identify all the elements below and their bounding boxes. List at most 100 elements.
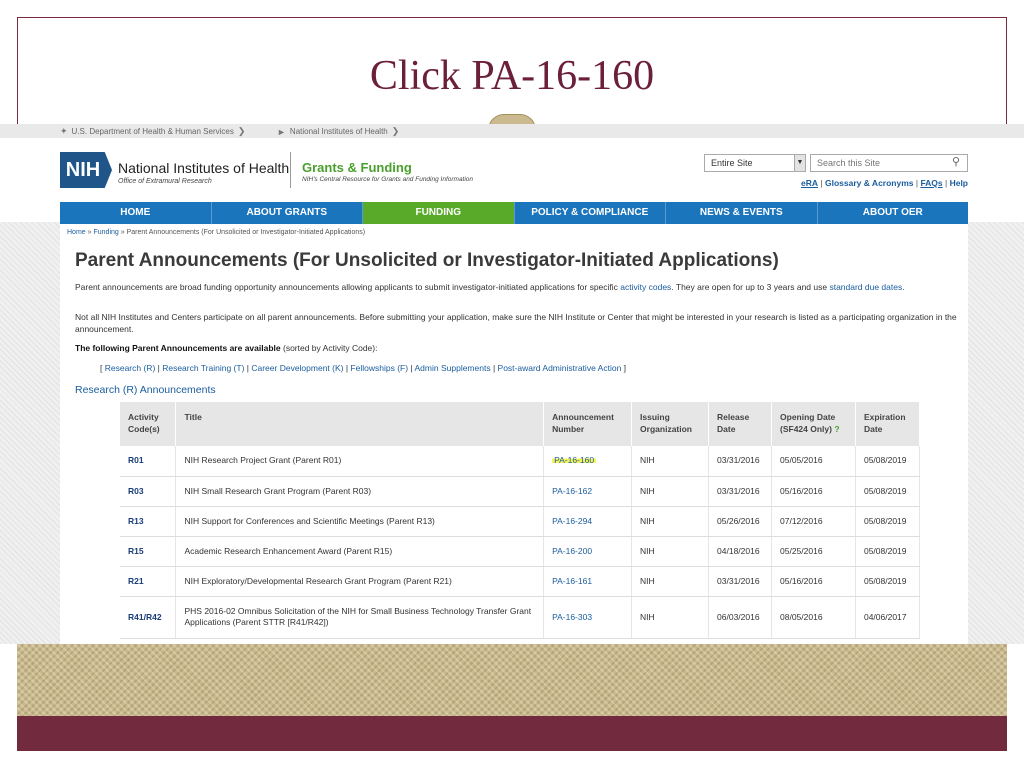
header-text: Code(s) — [128, 424, 160, 434]
link-post-award[interactable]: Post-award Administrative Action — [498, 363, 622, 373]
search-scope-select[interactable]: Entire Site ▼ — [704, 154, 806, 172]
link-admin-supplements[interactable]: Admin Supplements — [415, 363, 491, 373]
nih-logo[interactable]: NIH — [60, 152, 112, 188]
main-nav: HOME ABOUT GRANTS FUNDING POLICY & COMPL… — [60, 202, 968, 224]
nih-icon: ► — [277, 126, 286, 137]
link-fellowships[interactable]: Fellowships (F) — [350, 363, 408, 373]
page-background-left — [0, 222, 60, 644]
search-icon[interactable]: ⚲ — [952, 156, 964, 168]
standard-due-dates-link[interactable]: standard due dates — [829, 282, 902, 292]
cell-opening: 05/16/2016 — [771, 476, 856, 507]
table-row: R01 NIH Research Project Grant (Parent R… — [120, 446, 921, 477]
breadcrumb-home[interactable]: Home — [67, 229, 86, 236]
participation-paragraph: Not all NIH Institutes and Centers parti… — [75, 312, 957, 334]
grants-funding-title[interactable]: Grants & Funding — [302, 160, 412, 175]
chevron-down-icon[interactable]: ▼ — [794, 155, 805, 171]
header-text: Date — [863, 424, 883, 434]
cell-opening: 05/16/2016 — [771, 566, 856, 597]
cell-title: NIH Support for Conferences and Scientif… — [175, 506, 545, 537]
available-intro-bold: The following Parent Announcements are a… — [75, 343, 281, 353]
link-career-development[interactable]: Career Development (K) — [251, 363, 343, 373]
nav-home[interactable]: HOME — [60, 202, 212, 224]
cell-number: PA-16-200 — [543, 536, 633, 567]
breadcrumb: Home » Funding » Parent Announcements (F… — [67, 229, 366, 236]
cell-org: NIH — [631, 446, 710, 477]
slide-decorative-pattern — [17, 644, 1007, 716]
help-icon[interactable]: ? — [834, 424, 839, 434]
announcements-table: Activity Code(s) Title Announcement Number… — [120, 402, 921, 639]
announcement-link-pa-16-160[interactable]: PA-16-160 — [552, 455, 597, 466]
available-intro-rest: (sorted by Activity Code): — [280, 343, 378, 353]
breadcrumb-current: Parent Announcements (For Unsolicited or… — [126, 229, 366, 236]
nav-about-grants[interactable]: ABOUT GRANTS — [212, 202, 363, 224]
cell-org: NIH — [631, 596, 710, 639]
cell-opening: 05/25/2016 — [771, 536, 856, 567]
search-input[interactable] — [810, 154, 968, 172]
hhs-link[interactable]: ✦ U.S. Department of Health & Human Serv… — [60, 126, 245, 137]
slide-title: Click PA-16-160 — [369, 53, 655, 99]
cell-release: 03/31/2016 — [708, 566, 773, 597]
cell-release: 04/18/2016 — [708, 536, 773, 567]
intro-paragraph: Parent announcements are broad funding o… — [75, 281, 960, 293]
nav-news-events[interactable]: NEWS & EVENTS — [666, 202, 818, 224]
slide-bottom-bar — [17, 716, 1007, 751]
col-opening-date: Opening Date (SF424 Only) ? — [771, 402, 856, 446]
table-row: R15 Academic Research Enhancement Award … — [120, 536, 921, 567]
nih-link[interactable]: ► National Institutes of Health ❯ — [277, 126, 399, 137]
breadcrumb-funding[interactable]: Funding — [93, 229, 118, 236]
cell-title: NIH Exploratory/Developmental Research G… — [175, 566, 545, 597]
cell-title: NIH Small Research Grant Program (Parent… — [175, 476, 545, 507]
cell-number: PA-16-303 — [543, 596, 633, 639]
table-row: R03 NIH Small Research Grant Program (Pa… — [120, 476, 921, 507]
announcement-link[interactable]: PA-16-294 — [552, 516, 592, 526]
page-title: Parent Announcements (For Unsolicited or… — [75, 250, 779, 271]
cell-org: NIH — [631, 506, 710, 537]
cell-org: NIH — [631, 476, 710, 507]
table-row: R41/R42 PHS 2016-02 Omnibus Solicitation… — [120, 596, 921, 639]
cell-code: R13 — [120, 506, 177, 537]
cell-title: Academic Research Enhancement Award (Par… — [175, 536, 545, 567]
nav-about-oer[interactable]: ABOUT OER — [818, 202, 969, 224]
available-intro: The following Parent Announcements are a… — [75, 342, 960, 354]
nav-policy-compliance[interactable]: POLICY & COMPLIANCE — [515, 202, 666, 224]
nav-funding[interactable]: FUNDING — [363, 202, 515, 224]
site-header: NIH National Institutes of Health Office… — [60, 138, 968, 202]
cell-release: 05/26/2016 — [708, 506, 773, 537]
page-background-right — [968, 222, 1024, 644]
search-scope-value: Entire Site — [711, 158, 753, 168]
cell-org: NIH — [631, 536, 710, 567]
header-text: Number — [552, 424, 585, 434]
chevron-right-icon: ❯ — [391, 126, 400, 136]
intro-text-b: . They are open for up to 3 years and us… — [671, 282, 830, 292]
cell-release: 06/03/2016 — [708, 596, 773, 639]
header-text: (SF424 Only) — [780, 424, 832, 434]
header-text: Opening Date — [780, 412, 836, 422]
link-research-training[interactable]: Research Training (T) — [162, 363, 244, 373]
cell-expiration: 05/08/2019 — [855, 536, 921, 567]
col-announcement-number: Announcement Number — [543, 402, 633, 446]
cell-code: R03 — [120, 476, 177, 507]
help-link[interactable]: Help — [950, 178, 968, 188]
announcement-link[interactable]: PA-16-303 — [552, 612, 592, 622]
website-screenshot: ✦ U.S. Department of Health & Human Serv… — [0, 124, 1024, 644]
chevron-right-icon: ❯ — [237, 126, 246, 136]
faqs-link[interactable]: FAQs — [920, 178, 942, 188]
cell-expiration: 05/08/2019 — [855, 506, 921, 537]
col-expiration-date: Expiration Date — [855, 402, 921, 446]
cell-opening: 05/05/2016 — [771, 446, 856, 477]
announcement-link[interactable]: PA-16-200 — [552, 546, 592, 556]
era-link[interactable]: eRA — [801, 178, 818, 188]
announcement-link[interactable]: PA-16-162 — [552, 486, 592, 496]
cell-title: PHS 2016-02 Omnibus Solicitation of the … — [175, 596, 545, 639]
glossary-link[interactable]: Glossary & Acronyms — [825, 178, 914, 188]
activity-codes-link[interactable]: activity codes — [620, 282, 671, 292]
cell-org: NIH — [631, 566, 710, 597]
announcement-link[interactable]: PA-16-161 — [552, 576, 592, 586]
cell-release: 03/31/2016 — [708, 476, 773, 507]
col-issuing-org: Issuing Organization — [631, 402, 710, 446]
header-divider — [290, 152, 291, 188]
table-row: R21 NIH Exploratory/Developmental Resear… — [120, 566, 921, 597]
cell-release: 03/31/2016 — [708, 446, 773, 477]
cell-code: R41/R42 — [120, 596, 177, 639]
link-research[interactable]: Research (R) — [105, 363, 156, 373]
